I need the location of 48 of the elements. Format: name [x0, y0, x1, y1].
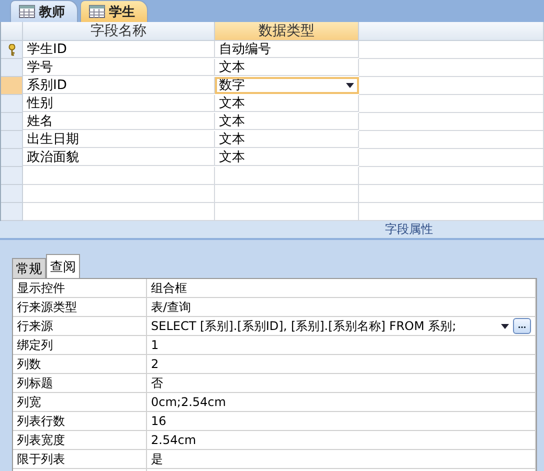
table-cell: 自动编号 [215, 41, 359, 58]
builder-button[interactable]: ... [513, 318, 531, 334]
table-cell: 姓名 [23, 113, 215, 130]
table-cell: 学号 [23, 59, 215, 76]
table-cell: 文本 [215, 59, 359, 76]
table-cell: 文本 [215, 95, 359, 112]
property-label: 显示控件 [13, 279, 147, 298]
column-header: 数据类型 [215, 22, 359, 41]
table-cell: 文本 [215, 131, 359, 148]
key-icon [8, 44, 16, 56]
property-label: 绑定列 [13, 336, 147, 355]
property-tab[interactable]: 常规 [12, 258, 46, 278]
table-cell: 学生ID [23, 41, 215, 58]
property-label: 列标题 [13, 374, 147, 393]
property-tab[interactable]: 查阅 [46, 254, 80, 278]
property-label: 限于列表 [13, 450, 147, 469]
property-value[interactable]: 组合框 [147, 279, 536, 298]
property-value[interactable]: 2 [147, 355, 536, 374]
section-title: 字段属性 [385, 221, 433, 238]
column-header: 字段名称 [23, 22, 215, 41]
caret-icon [501, 324, 509, 328]
document-tab[interactable]: 教师 [10, 0, 78, 22]
property-value[interactable]: 0cm;2.54cm [147, 393, 536, 412]
row-selector[interactable] [1, 41, 23, 59]
table-icon [89, 5, 105, 18]
table-cell: 性别 [23, 95, 215, 112]
table-cell: 文本 [215, 113, 359, 130]
property-label: 列表宽度 [13, 431, 147, 450]
caret-icon [346, 82, 354, 88]
property-label: 列数 [13, 355, 147, 374]
property-value[interactable]: 表/查询 [147, 298, 536, 317]
property-label: 列宽 [13, 393, 147, 412]
document-tab[interactable]: 学生 [80, 0, 148, 22]
property-value[interactable]: 16 [147, 412, 536, 431]
property-label: 行来源类型 [13, 298, 147, 317]
property-value[interactable]: 否 [147, 374, 536, 393]
property-value[interactable]: SELECT [系别].[系别ID], [系别].[系别名称] FROM 系别; ... [147, 317, 536, 336]
table-cell: 出生日期 [23, 131, 215, 148]
table-icon [19, 5, 35, 18]
property-value[interactable]: 2.54cm [147, 431, 536, 450]
property-label: 列表行数 [13, 412, 147, 431]
table-cell: 系别ID [23, 77, 215, 94]
data-type-dropdown[interactable]: 数字 [215, 77, 359, 94]
property-label: 行来源 [13, 317, 147, 336]
property-value[interactable]: 1 [147, 336, 536, 355]
table-cell: 政治面貌 [23, 149, 215, 166]
table-cell: 文本 [215, 149, 359, 166]
property-value[interactable]: 是 [147, 450, 536, 469]
